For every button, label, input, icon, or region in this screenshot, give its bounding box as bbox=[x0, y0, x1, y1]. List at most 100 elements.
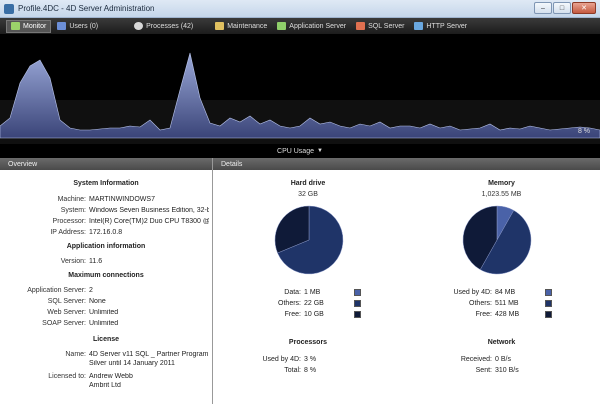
info-value: MARTINWINDOWS7 bbox=[89, 196, 155, 203]
tab-sql-server[interactable]: SQL Server bbox=[352, 20, 408, 33]
hard-drive-total: 32 GB bbox=[298, 191, 318, 198]
info-row: Ambrit Ltd bbox=[0, 382, 212, 389]
cpu-current-value: 8 % bbox=[577, 128, 590, 135]
info-label: IP Address: bbox=[50, 229, 86, 236]
legend-label: Free: bbox=[284, 311, 301, 318]
info-row: System: Windows Seven Business Edition, … bbox=[0, 207, 212, 214]
legend-row: Data: 1 MB bbox=[213, 289, 361, 296]
legend-label: Others: bbox=[469, 300, 492, 307]
processors-row: Total: 8 % bbox=[213, 367, 354, 374]
overview-header-label: Overview bbox=[8, 160, 38, 168]
processors-row: Used by 4D: 3 % bbox=[213, 356, 354, 363]
info-value: Intel(R) Core(TM)2 Duo CPU T8300 @ 2. bbox=[89, 218, 209, 225]
legend-value: 428 MB bbox=[495, 311, 520, 318]
legend-row: Free: 10 GB bbox=[213, 311, 361, 318]
maximum-connections-heading: Maximum connections bbox=[68, 272, 144, 279]
info-row: Version: 11.6 bbox=[0, 258, 212, 265]
info-value: Silver until 14 January 2011 bbox=[89, 360, 175, 367]
info-value: 2 bbox=[89, 287, 93, 294]
system-information-heading: System Information bbox=[73, 180, 139, 187]
tab-processes[interactable]: Processes (42) bbox=[130, 20, 197, 33]
info-value: Windows Seven Business Edition, 32-b bbox=[89, 207, 209, 214]
monitor-icon bbox=[11, 22, 20, 30]
info-value: Ambrit Ltd bbox=[89, 382, 121, 389]
info-value: 172.16.0.8 bbox=[89, 229, 123, 236]
network-row: Sent: 310 B/s bbox=[403, 367, 545, 374]
info-label: System: bbox=[60, 207, 86, 214]
legend-value: 511 MB bbox=[495, 300, 519, 307]
legend-value: 1 MB bbox=[304, 289, 321, 296]
info-label: Application Server: bbox=[27, 287, 86, 294]
info-row: Processor: Intel(R) Core(TM)2 Duo CPU T8… bbox=[0, 218, 212, 225]
users-icon bbox=[57, 22, 67, 30]
graph-selector[interactable]: CPU Usage ▼ bbox=[0, 144, 600, 158]
cpu-usage-graph bbox=[0, 34, 600, 144]
info-row: SQL Server: None bbox=[0, 298, 212, 305]
http-server-icon bbox=[414, 22, 424, 30]
legend-swatch bbox=[545, 311, 552, 318]
maximize-button[interactable]: □ bbox=[553, 2, 571, 14]
tab-application-server[interactable]: Application Server bbox=[273, 20, 350, 33]
legend-label: Data: bbox=[284, 289, 301, 296]
network-row: Received: 0 B/s bbox=[403, 356, 545, 363]
info-label: Processor: bbox=[52, 218, 86, 225]
info-label: Version: bbox=[60, 258, 86, 265]
tab-monitor[interactable]: Monitor bbox=[6, 19, 52, 33]
legend-label: Used by 4D: bbox=[453, 289, 492, 296]
processors-value: 3 % bbox=[304, 356, 317, 363]
tab-maintenance[interactable]: Maintenance bbox=[211, 20, 271, 33]
title-bar: Profile.4DC - 4D Server Administration –… bbox=[0, 0, 600, 18]
tab-label: Processes (42) bbox=[146, 22, 194, 30]
sql-server-icon bbox=[356, 22, 366, 30]
window-title: Profile.4DC - 4D Server Administration bbox=[18, 4, 155, 13]
info-label: Name: bbox=[65, 351, 86, 358]
info-row: Name: 4D Server v11 SQL _ Partner Progra… bbox=[0, 351, 212, 358]
info-label: SQL Server: bbox=[47, 298, 86, 305]
legend-value: 22 GB bbox=[304, 300, 324, 307]
processors-value: 8 % bbox=[304, 367, 317, 374]
info-label: SOAP Server: bbox=[42, 320, 86, 327]
minimize-button[interactable]: – bbox=[534, 2, 552, 14]
network-label: Sent: bbox=[475, 367, 492, 374]
cpu-usage-area-chart bbox=[0, 52, 600, 144]
legend-swatch bbox=[354, 289, 361, 296]
network-value: 0 B/s bbox=[495, 356, 511, 363]
overview-panel: System Information Machine: MARTINWINDOW… bbox=[0, 170, 212, 404]
info-row: SOAP Server: Unlimited bbox=[0, 320, 212, 327]
chevron-down-icon: ▼ bbox=[317, 148, 323, 154]
toolbar: Monitor Users (0) Processes (42) Mainten… bbox=[0, 18, 600, 34]
application-information-heading: Application information bbox=[66, 243, 146, 250]
info-value: Unlimited bbox=[89, 309, 119, 316]
hard-drive-pie-chart bbox=[274, 205, 344, 275]
tab-label: HTTP Server bbox=[426, 22, 468, 30]
legend-swatch bbox=[354, 311, 361, 318]
tab-label: SQL Server bbox=[368, 22, 405, 30]
processors-label: Used by 4D: bbox=[262, 356, 301, 363]
details-panel: Hard drive 32 GB Memory 1,023.55 MB Data… bbox=[213, 170, 600, 404]
network-value: 310 B/s bbox=[495, 367, 519, 374]
overview-header: Overview bbox=[0, 158, 212, 170]
network-heading: Network bbox=[487, 339, 516, 346]
memory-pie-chart bbox=[462, 205, 532, 275]
legend-label: Free: bbox=[475, 311, 492, 318]
info-row: Machine: MARTINWINDOWS7 bbox=[0, 196, 212, 203]
network-label: Received: bbox=[460, 356, 492, 363]
maintenance-icon bbox=[215, 22, 225, 30]
legend-swatch bbox=[545, 289, 552, 296]
legend-row: Others: 511 MB bbox=[403, 300, 552, 307]
info-value: 4D Server v11 SQL _ Partner Program bbox=[89, 351, 209, 358]
info-value: None bbox=[89, 298, 106, 305]
processes-icon bbox=[134, 22, 144, 30]
memory-heading: Memory bbox=[488, 180, 515, 187]
legend-row: Free: 428 MB bbox=[403, 311, 552, 318]
legend-value: 10 GB bbox=[304, 311, 324, 318]
close-button[interactable]: ✕ bbox=[572, 2, 596, 14]
info-label: Web Server: bbox=[47, 309, 86, 316]
legend-label: Others: bbox=[278, 300, 301, 307]
tab-http-server[interactable]: HTTP Server bbox=[410, 20, 471, 33]
details-header: Details bbox=[213, 158, 600, 170]
tab-users[interactable]: Users (0) bbox=[53, 20, 102, 33]
legend-row: Others: 22 GB bbox=[213, 300, 361, 307]
info-value: Andrew Webb bbox=[89, 373, 133, 380]
info-value: Unlimited bbox=[89, 320, 119, 327]
